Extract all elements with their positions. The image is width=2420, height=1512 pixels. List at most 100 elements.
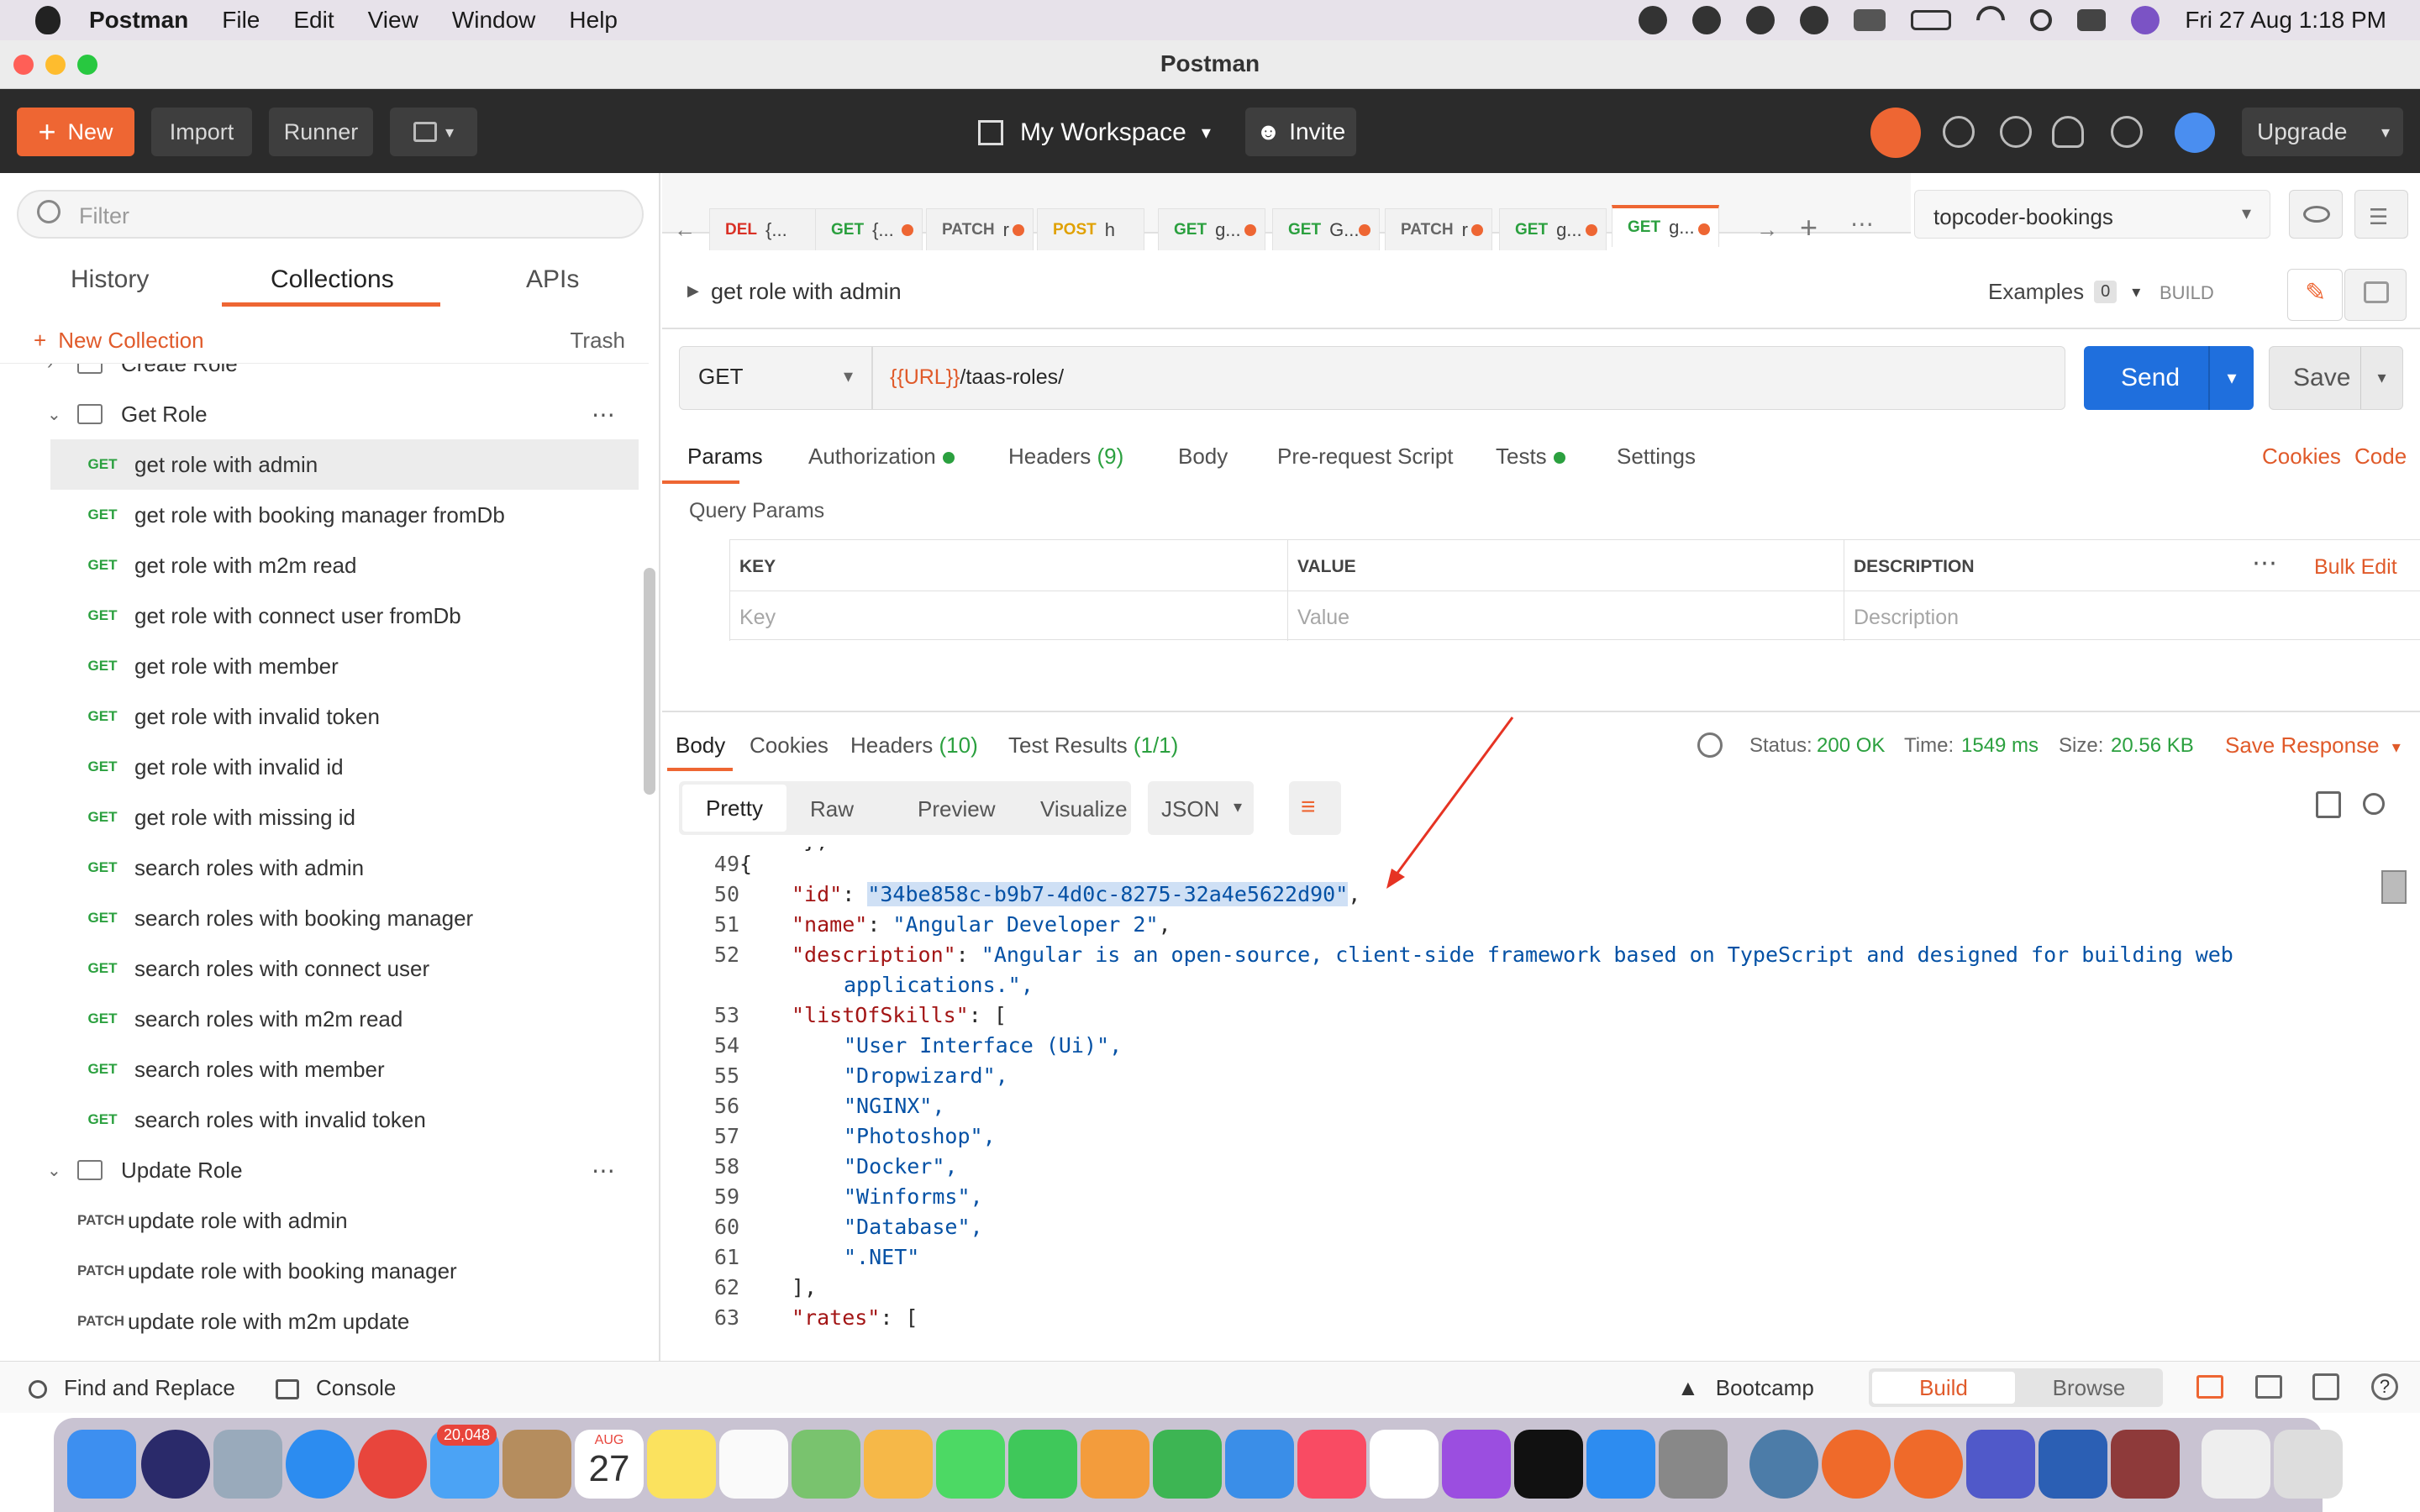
sidebar-folder[interactable]: ⌄ Update Role ⋯ bbox=[0, 1145, 649, 1195]
request-tab[interactable]: GET g... bbox=[1612, 205, 1719, 247]
new-button[interactable]: + New bbox=[17, 108, 134, 156]
bolt-icon[interactable] bbox=[1692, 6, 1722, 34]
request-tab[interactable]: GET G... bbox=[1272, 208, 1380, 250]
sidebar-request-item[interactable]: GET get role with m2m read bbox=[0, 540, 649, 591]
size-value[interactable]: 20.56 KB bbox=[2111, 734, 2194, 758]
find-replace-button[interactable]: Find and Replace bbox=[29, 1375, 235, 1401]
expand-caret-icon[interactable]: ▶ bbox=[687, 282, 699, 300]
request-tab[interactable]: DEL {... bbox=[709, 208, 817, 250]
environment-selector[interactable]: topcoder-bookings ▾ bbox=[1914, 190, 2270, 239]
search-icon[interactable] bbox=[2363, 793, 2385, 815]
three-pane-icon[interactable] bbox=[2255, 1375, 2282, 1399]
documents-icon[interactable] bbox=[2202, 1430, 2270, 1499]
facetime-icon[interactable] bbox=[1008, 1430, 1077, 1499]
examples-dropdown[interactable]: Examples 0 ▾ bbox=[1988, 279, 2140, 305]
sidebar-request-item[interactable]: PATCH update role with booking manager bbox=[0, 1246, 649, 1296]
firefox-icon[interactable] bbox=[1822, 1430, 1891, 1499]
new-collection-button[interactable]: + New Collection bbox=[34, 328, 204, 354]
app-store-icon[interactable] bbox=[1586, 1430, 1655, 1499]
resp-tab-body[interactable]: Body bbox=[676, 732, 725, 759]
menu-app-name[interactable]: Postman bbox=[89, 7, 188, 34]
resp-tab-test-results[interactable]: Test Results (1/1) bbox=[1008, 732, 1178, 759]
tab-params[interactable]: Params bbox=[687, 444, 763, 470]
sidebar-request-item[interactable]: GET get role with admin bbox=[50, 439, 639, 490]
sidebar-folder[interactable]: ⌄ Get Role ⋯ bbox=[0, 389, 649, 439]
cc-icon[interactable] bbox=[1746, 6, 1776, 34]
settings-gear-icon[interactable] bbox=[2000, 116, 2032, 148]
http-method-select[interactable]: GET ▾ bbox=[679, 346, 872, 410]
keynote-icon[interactable] bbox=[1225, 1430, 1294, 1499]
value-input[interactable]: Value bbox=[1297, 606, 1349, 630]
workspace-switcher[interactable]: My Workspace ▾ bbox=[978, 114, 1211, 151]
trash-button[interactable]: Trash bbox=[571, 328, 626, 354]
menu-view[interactable]: View bbox=[368, 7, 418, 34]
sidebar-request-item[interactable]: GET search roles with member bbox=[0, 1044, 649, 1095]
menubar-clock[interactable]: Fri 27 Aug 1:18 PM bbox=[2185, 7, 2386, 34]
tab-body[interactable]: Body bbox=[1178, 444, 1228, 470]
request-tab[interactable]: GET g... bbox=[1158, 208, 1265, 250]
request-tab[interactable]: GET {... bbox=[815, 208, 923, 250]
code-link[interactable]: Code bbox=[2354, 444, 2407, 470]
globe-lock-icon[interactable] bbox=[1697, 732, 1723, 758]
postman-icon[interactable] bbox=[1894, 1430, 1963, 1499]
request-tab[interactable]: PATCH r bbox=[1385, 208, 1492, 250]
sidebar-request-item[interactable]: GET search roles with connect user bbox=[0, 943, 649, 994]
sidebar-request-item[interactable]: GET get role with booking manager fromDb bbox=[0, 490, 649, 540]
manage-environments-button[interactable]: ☰ bbox=[2354, 190, 2408, 239]
pages-icon[interactable] bbox=[1081, 1430, 1150, 1499]
description-input[interactable]: Description bbox=[1854, 606, 1959, 630]
api-network-icon[interactable] bbox=[2312, 1373, 2339, 1400]
more-tabs-icon[interactable]: ⋯ bbox=[1850, 210, 1874, 238]
launchpad-icon[interactable] bbox=[213, 1430, 282, 1499]
sidebar-request-item[interactable]: GET get role with member bbox=[0, 641, 649, 691]
format-select[interactable]: JSON ▾ bbox=[1148, 781, 1254, 835]
tab-pre-request-script[interactable]: Pre-request Script bbox=[1277, 444, 1454, 470]
help-icon[interactable]: ? bbox=[2371, 1373, 2398, 1400]
volume-icon[interactable] bbox=[1854, 9, 1886, 31]
bell-icon[interactable] bbox=[2052, 116, 2084, 148]
siri-icon[interactable] bbox=[141, 1430, 210, 1499]
request-tab[interactable]: PATCH r bbox=[926, 208, 1034, 250]
dictionary-icon[interactable] bbox=[2111, 1430, 2180, 1499]
wifi-icon[interactable] bbox=[1970, 0, 2012, 41]
environment-quick-look-button[interactable] bbox=[2289, 190, 2343, 239]
chevron-down-icon[interactable]: ⌄ bbox=[47, 1160, 77, 1181]
folder-more-icon[interactable]: ⋯ bbox=[592, 401, 615, 428]
request-tab[interactable]: GET g... bbox=[1499, 208, 1607, 250]
podcasts-icon[interactable] bbox=[1442, 1430, 1511, 1499]
tab-headers[interactable]: Headers (9) bbox=[1008, 444, 1123, 470]
console-button[interactable]: Console bbox=[276, 1375, 396, 1401]
cookies-link[interactable]: Cookies bbox=[2262, 444, 2341, 470]
two-pane-icon[interactable] bbox=[2196, 1375, 2223, 1399]
sync-status-icon[interactable] bbox=[1870, 108, 1921, 158]
chevron-down-icon[interactable]: ⌄ bbox=[47, 404, 77, 425]
tab-history[interactable]: History bbox=[71, 265, 149, 294]
system-preferences-icon[interactable] bbox=[1659, 1430, 1728, 1499]
sidebar-request-item[interactable]: PATCH update role with m2m update bbox=[0, 1296, 649, 1347]
tab-tests[interactable]: Tests bbox=[1496, 444, 1565, 470]
chevron-right-icon[interactable]: › bbox=[47, 364, 77, 374]
finder-icon[interactable] bbox=[67, 1430, 136, 1499]
maps-icon[interactable] bbox=[792, 1430, 860, 1499]
tab-authorization[interactable]: Authorization bbox=[808, 444, 955, 470]
response-body[interactable]: }, 49{50 "id": "34be858c-b9b7-4d0c-8275-32… bbox=[662, 847, 2420, 1361]
tab-settings[interactable]: Settings bbox=[1617, 444, 1696, 470]
sidebar-request-item[interactable]: GET search roles with m2m read bbox=[0, 994, 649, 1044]
sidebar-request-item[interactable]: GET get role with invalid id bbox=[0, 742, 649, 792]
send-button[interactable]: Send ▾ bbox=[2084, 346, 2254, 410]
edit-pencil-button[interactable]: ✎ bbox=[2287, 269, 2343, 321]
numbers-icon[interactable] bbox=[1153, 1430, 1222, 1499]
menu-window[interactable]: Window bbox=[452, 7, 536, 34]
more-options-icon[interactable]: ⋯ bbox=[2252, 549, 2277, 578]
apple-icon[interactable] bbox=[35, 6, 60, 34]
tab-scroll-right-icon[interactable]: → bbox=[1756, 217, 1778, 243]
photos-icon[interactable] bbox=[864, 1430, 933, 1499]
battery-icon[interactable] bbox=[1911, 10, 1952, 30]
search-icon[interactable] bbox=[2030, 9, 2053, 31]
teams-icon[interactable] bbox=[1966, 1430, 2035, 1499]
comments-button[interactable] bbox=[2344, 269, 2407, 321]
app-icon[interactable] bbox=[1749, 1430, 1818, 1499]
folder-more-icon[interactable]: ⋯ bbox=[592, 1157, 615, 1184]
sidebar-request-item[interactable]: GET search roles with booking manager bbox=[0, 893, 649, 943]
sidebar-scrollbar[interactable] bbox=[644, 568, 655, 795]
